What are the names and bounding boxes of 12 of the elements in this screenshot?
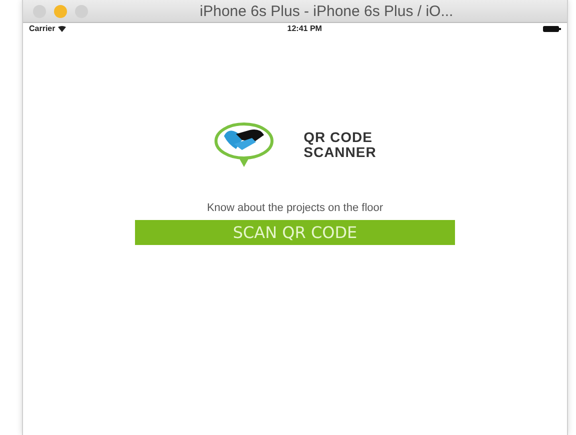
app-title: QR CODE SCANNER	[304, 130, 376, 160]
battery-icon	[543, 26, 561, 32]
handshake-logo-icon	[214, 122, 274, 168]
status-time: 12:41 PM	[287, 24, 322, 33]
tagline: Know about the projects on the floor	[206, 202, 384, 214]
carrier-label: Carrier	[29, 24, 56, 33]
wifi-icon	[58, 26, 66, 32]
scan-qr-code-button[interactable]: SCAN QR CODE	[135, 220, 455, 245]
minimize-button[interactable]	[54, 4, 67, 18]
window-title: iPhone 6s Plus - iPhone 6s Plus / iO...	[198, 2, 454, 20]
zoom-button[interactable]	[75, 4, 88, 18]
close-button[interactable]	[33, 4, 46, 18]
